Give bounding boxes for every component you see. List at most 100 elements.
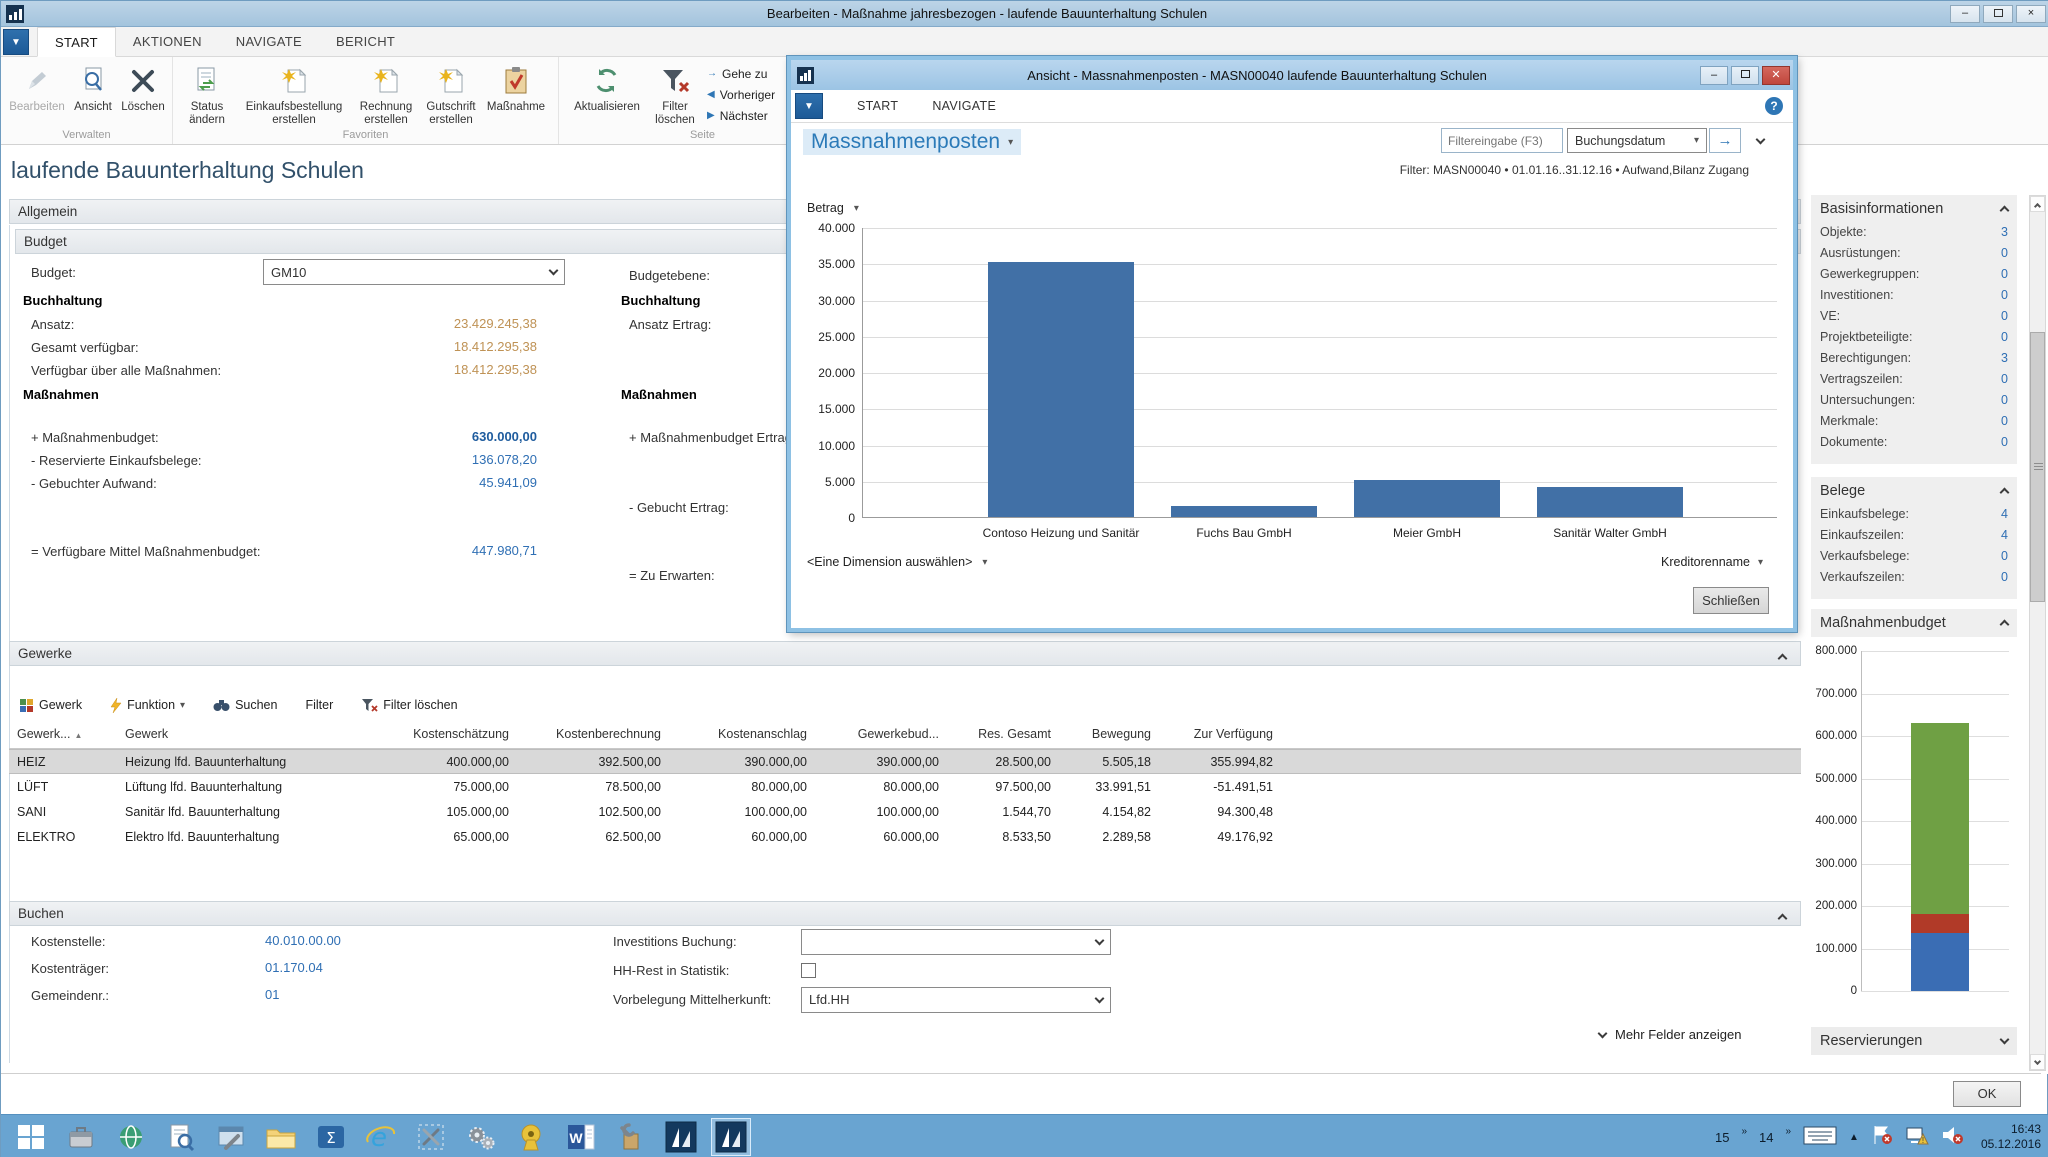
- naechster-link[interactable]: ▶ Nächster: [707, 105, 775, 126]
- table-row[interactable]: ELEKTROElektro lfd. Bauunterhaltung65.00…: [9, 824, 1801, 849]
- mehr-felder-anzeigen-link[interactable]: Mehr Felder anzeigen: [1599, 1027, 1741, 1042]
- collapse-icon[interactable]: [1778, 914, 1788, 924]
- tray-counter[interactable]: 14: [1759, 1130, 1773, 1145]
- scrollbar-thumb[interactable]: [2030, 332, 2045, 602]
- help-globe-icon[interactable]: [111, 1118, 151, 1156]
- column-header[interactable]: Res. Gesamt: [947, 727, 1059, 741]
- ansicht-button[interactable]: Ansicht: [69, 61, 117, 114]
- tab-navigate[interactable]: NAVIGATE: [219, 27, 319, 57]
- gemeindenr-value[interactable]: 01: [265, 987, 279, 1002]
- massnahme-button[interactable]: Maßnahme: [483, 61, 549, 114]
- gutschrift-erstellen-button[interactable]: Gutschrift erstellen: [419, 61, 483, 127]
- dynamics-nav-icon[interactable]: [661, 1118, 701, 1156]
- minimize-button[interactable]: –: [1950, 5, 1980, 23]
- tab-start[interactable]: START: [37, 27, 116, 57]
- dialog-application-menu-button[interactable]: ▼: [795, 93, 823, 119]
- admin-tools-icon[interactable]: [411, 1118, 451, 1156]
- filter-loeschen-button[interactable]: Filter löschen: [647, 61, 703, 127]
- funktion-button[interactable]: Funktion ▾: [110, 698, 185, 713]
- factbox-value[interactable]: 0: [2001, 549, 2008, 570]
- gewerk-button[interactable]: Gewerk: [19, 698, 82, 713]
- server-manager-icon[interactable]: [61, 1118, 101, 1156]
- dialog-minimize-button[interactable]: –: [1700, 66, 1728, 85]
- file-explorer-icon[interactable]: [261, 1118, 301, 1156]
- x-dimension-select[interactable]: Kreditorenname ▾: [1661, 555, 1763, 569]
- filter-field-select[interactable]: Buchungsdatum ▾: [1567, 128, 1707, 153]
- factbox-value[interactable]: 3: [2001, 351, 2008, 372]
- expand-filter-pane-icon[interactable]: [1756, 134, 1766, 144]
- table-row[interactable]: SANISanitär lfd. Bauunterhaltung105.000,…: [9, 799, 1801, 824]
- show-hidden-icons-button[interactable]: ▲: [1849, 1132, 1859, 1143]
- tray-counter[interactable]: 15: [1715, 1130, 1729, 1145]
- factbox-value[interactable]: 0: [2001, 393, 2008, 414]
- security-icon[interactable]: [511, 1118, 551, 1156]
- dialog-close-x-button[interactable]: ✕: [1762, 66, 1790, 85]
- keyboard-icon[interactable]: [1803, 1124, 1837, 1151]
- dialog-page-title[interactable]: Massnahmenposten ▾: [803, 129, 1021, 155]
- factbox-header[interactable]: Maßnahmenbudget: [1811, 609, 2017, 637]
- column-header[interactable]: Gewerkebud...: [815, 727, 947, 741]
- table-row[interactable]: HEIZHeizung lfd. Bauunterhaltung400.000,…: [9, 749, 1801, 774]
- column-header[interactable]: Gewerk...▲: [9, 727, 117, 741]
- factbox-value[interactable]: 0: [2001, 372, 2008, 393]
- dialog-maximize-button[interactable]: [1731, 66, 1759, 85]
- measure-select[interactable]: Betrag ▾: [807, 201, 859, 215]
- application-menu-button[interactable]: ▼: [3, 29, 29, 55]
- action-center-flag-icon[interactable]: [1871, 1124, 1893, 1151]
- column-header[interactable]: Gewerk: [117, 727, 367, 741]
- column-header[interactable]: Zur Verfügung: [1159, 727, 1281, 741]
- suchen-button[interactable]: Suchen: [213, 698, 277, 712]
- volume-muted-icon[interactable]: [1941, 1124, 1965, 1151]
- start-button[interactable]: [11, 1118, 51, 1156]
- factbox-value[interactable]: 0: [2001, 435, 2008, 456]
- event-viewer-icon[interactable]: [161, 1118, 201, 1156]
- powershell-icon[interactable]: Σ: [311, 1118, 351, 1156]
- restore-button[interactable]: [1983, 5, 2013, 23]
- kostentraeger-value[interactable]: 01.170.04: [265, 960, 323, 975]
- hh-rest-checkbox[interactable]: [801, 963, 816, 978]
- filter-loeschen-toolbar-button[interactable]: Filter löschen: [361, 698, 457, 713]
- factbox-value[interactable]: 0: [2001, 246, 2008, 267]
- help-icon[interactable]: ?: [1765, 97, 1783, 115]
- scroll-down-button[interactable]: [2030, 1054, 2045, 1070]
- factbox-header[interactable]: Basisinformationen: [1811, 195, 2017, 223]
- powershell-ise-icon[interactable]: [211, 1118, 251, 1156]
- column-header[interactable]: Bewegung: [1059, 727, 1159, 741]
- einkaufsbestellung-erstellen-button[interactable]: Einkaufsbestellung erstellen: [235, 61, 353, 127]
- budget-select[interactable]: GM10: [263, 259, 565, 285]
- factbox-header[interactable]: Reservierungen: [1811, 1027, 2017, 1055]
- loeschen-button[interactable]: Löschen: [117, 61, 169, 114]
- filter-button[interactable]: Filter: [305, 698, 333, 712]
- ok-button[interactable]: OK: [1953, 1081, 2021, 1107]
- factbox-value[interactable]: 0: [2001, 267, 2008, 288]
- tab-aktionen[interactable]: AKTIONEN: [116, 27, 219, 57]
- column-header[interactable]: Kostenschätzung: [367, 727, 517, 741]
- factbox-value[interactable]: 4: [2001, 507, 2008, 528]
- toolbox-icon[interactable]: [611, 1118, 651, 1156]
- filter-input[interactable]: [1441, 128, 1563, 153]
- table-row[interactable]: LÜFTLüftung lfd. Bauunterhaltung75.000,0…: [9, 774, 1801, 799]
- vorheriger-link[interactable]: ◀ Vorheriger: [707, 84, 775, 105]
- factbox-value[interactable]: 0: [2001, 330, 2008, 351]
- dimension-select[interactable]: <Eine Dimension auswählen> ▾: [807, 555, 987, 569]
- services-gears-icon[interactable]: [461, 1118, 501, 1156]
- network-warning-icon[interactable]: !: [1905, 1124, 1929, 1151]
- factbox-header[interactable]: Belege: [1811, 477, 2017, 505]
- scroll-up-button[interactable]: [2030, 196, 2045, 212]
- tab-bericht[interactable]: BERICHT: [319, 27, 412, 57]
- close-button[interactable]: ×: [2016, 5, 2046, 23]
- vorbelegung-select[interactable]: Lfd.HH: [801, 987, 1111, 1013]
- schliessen-button[interactable]: Schließen: [1693, 587, 1769, 614]
- factbox-value[interactable]: 0: [2001, 414, 2008, 435]
- rechnung-erstellen-button[interactable]: Rechnung erstellen: [353, 61, 419, 127]
- status-aendern-button[interactable]: Status ändern: [179, 61, 235, 127]
- column-header[interactable]: Kostenanschlag: [669, 727, 815, 741]
- column-header[interactable]: Kostenberechnung: [517, 727, 669, 741]
- gehe-zu-link[interactable]: → Gehe zu: [707, 63, 775, 84]
- word-icon[interactable]: W: [561, 1118, 601, 1156]
- apply-filter-button[interactable]: →: [1709, 128, 1741, 153]
- dynamics-nav-active-icon[interactable]: [711, 1118, 751, 1156]
- bearbeiten-button[interactable]: Bearbeiten: [5, 61, 69, 114]
- clock[interactable]: 16:43 05.12.2016: [1981, 1122, 2041, 1152]
- investitions-buchung-select[interactable]: [801, 929, 1111, 955]
